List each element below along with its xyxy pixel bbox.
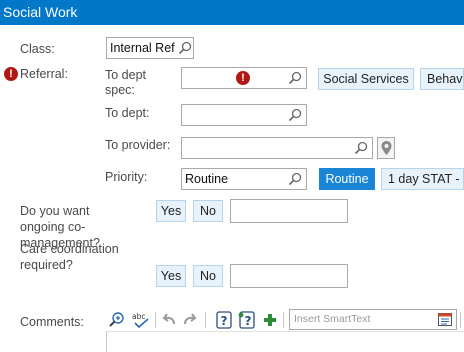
svg-text:abc: abc [132,312,145,321]
priority-value: Routine [185,172,229,186]
priority-routine-button[interactable]: Routine [319,168,375,190]
map-pin-button[interactable] [377,137,395,159]
to-dept-spec-field[interactable]: ! [181,67,307,89]
add-icon[interactable] [263,311,277,329]
class-label: Class: [20,42,55,56]
co-management-no-button[interactable]: No [193,200,223,222]
to-provider-label: To provider: [105,138,171,152]
social-services-button[interactable]: Social Services [318,68,414,90]
map-pin-icon [381,141,392,155]
search-icon[interactable] [288,108,302,122]
toolbar-separator [283,312,284,328]
search-icon[interactable] [354,141,368,155]
svg-text:?: ? [245,314,252,328]
zoom-icon[interactable] [108,311,126,329]
help-icon[interactable]: ? [215,311,233,329]
comments-label: Comments: [20,315,84,329]
to-dept-field[interactable] [181,104,307,126]
search-icon[interactable] [178,41,192,55]
to-dept-label: To dept: [105,106,150,120]
window-title: Social Work [0,0,464,25]
priority-stat-button[interactable]: 1 day STAT - [381,168,464,190]
co-management-yes-button[interactable]: Yes [156,200,186,222]
care-coordination-label: Care coordination required? [20,242,119,272]
spellcheck-icon[interactable]: abc [131,311,151,329]
class-field[interactable]: Internal Ref [106,37,194,59]
required-alert-icon: ! [236,71,250,85]
smartphrase-help-icon[interactable]: ? [237,311,257,329]
svg-text:?: ? [221,314,228,328]
toolbar-separator [155,312,156,328]
referral-label: Referral: [20,67,68,81]
co-management-comment-field[interactable] [230,199,348,223]
alert-icon: ! [4,67,18,81]
to-provider-field[interactable] [181,137,373,159]
behavioral-button[interactable]: Behavi [420,68,464,90]
care-coordination-no-button[interactable]: No [193,265,223,287]
priority-field[interactable]: Routine [181,168,307,190]
care-coordination-comment-field[interactable] [230,264,348,288]
care-coordination-yes-button[interactable]: Yes [156,265,186,287]
smarttext-input[interactable]: Insert SmartText [289,309,457,330]
smarttext-placeholder: Insert SmartText [294,313,371,325]
smarttext-list-icon[interactable] [438,313,452,326]
toolbar-separator [460,312,461,328]
priority-label: Priority: [105,170,148,184]
comments-editor[interactable] [106,331,464,352]
toolbar-separator [205,312,206,328]
search-icon[interactable] [288,71,302,85]
to-dept-spec-label: To dept spec: [105,68,147,97]
search-icon[interactable] [288,172,302,186]
undo-icon[interactable] [161,311,177,329]
class-value: Internal Ref [110,41,175,55]
redo-icon[interactable] [182,311,198,329]
